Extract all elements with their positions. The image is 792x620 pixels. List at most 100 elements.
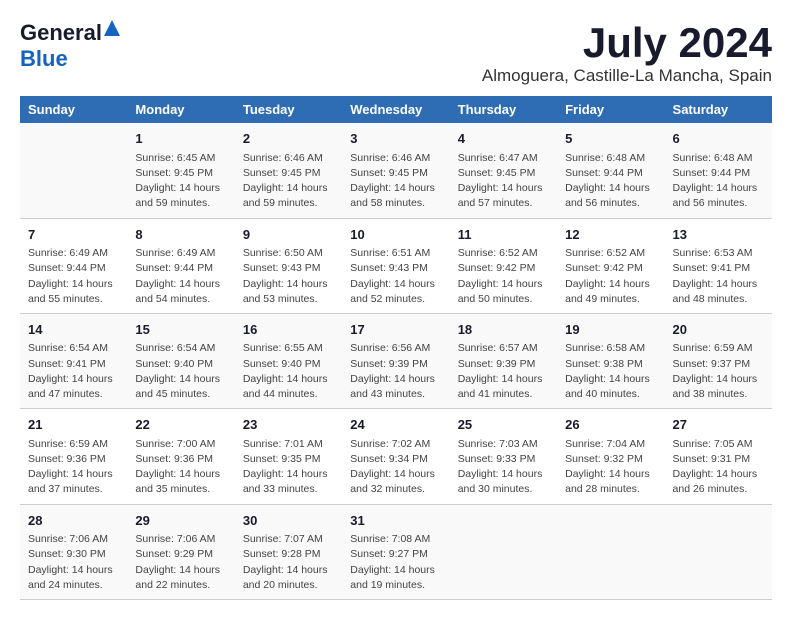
calendar-cell: 15Sunrise: 6:54 AMSunset: 9:40 PMDayligh… (127, 313, 234, 408)
calendar-cell: 22Sunrise: 7:00 AMSunset: 9:36 PMDayligh… (127, 409, 234, 504)
day-number: 19 (565, 320, 656, 340)
day-info: Sunrise: 6:48 AMSunset: 9:44 PMDaylight:… (673, 151, 764, 212)
day-number: 31 (350, 511, 441, 531)
page-header: General Blue July 2024 Almoguera, Castil… (20, 20, 772, 86)
day-info: Sunrise: 7:03 AMSunset: 9:33 PMDaylight:… (458, 437, 549, 498)
calendar-cell: 23Sunrise: 7:01 AMSunset: 9:35 PMDayligh… (235, 409, 342, 504)
calendar-cell: 1Sunrise: 6:45 AMSunset: 9:45 PMDaylight… (127, 123, 234, 218)
day-info: Sunrise: 7:02 AMSunset: 9:34 PMDaylight:… (350, 437, 441, 498)
calendar-week-row: 7 Sunrise: 6:49 AMSunset: 9:44 PMDaylight… (20, 218, 772, 313)
logo: General Blue (20, 20, 120, 72)
calendar-cell: 25Sunrise: 7:03 AMSunset: 9:33 PMDayligh… (450, 409, 557, 504)
calendar-day-header: Thursday (450, 96, 557, 123)
day-info: Sunrise: 6:56 AMSunset: 9:39 PMDaylight:… (350, 341, 441, 402)
day-info: Sunrise: 6:53 AMSunset: 9:41 PMDaylight:… (673, 246, 764, 307)
month-year-title: July 2024 (482, 20, 772, 66)
day-number: 7 (28, 225, 119, 245)
calendar-cell (20, 123, 127, 218)
calendar-cell: 4Sunrise: 6:47 AMSunset: 9:45 PMDaylight… (450, 123, 557, 218)
day-info: Sunrise: 6:52 AMSunset: 9:42 PMDaylight:… (458, 246, 549, 307)
calendar-cell: 2Sunrise: 6:46 AMSunset: 9:45 PMDaylight… (235, 123, 342, 218)
day-number: 4 (458, 129, 549, 149)
location-subtitle: Almoguera, Castille-La Mancha, Spain (482, 66, 772, 86)
day-number: 1 (135, 129, 226, 149)
day-number: 30 (243, 511, 334, 531)
calendar-cell: 30Sunrise: 7:07 AMSunset: 9:28 PMDayligh… (235, 504, 342, 599)
calendar-day-header: Monday (127, 96, 234, 123)
day-info: Sunrise: 6:57 AMSunset: 9:39 PMDaylight:… (458, 341, 549, 402)
day-info: Sunrise: 7:05 AMSunset: 9:31 PMDaylight:… (673, 437, 764, 498)
day-info: Sunrise: 7:01 AMSunset: 9:35 PMDaylight:… (243, 437, 334, 498)
calendar-cell: 28Sunrise: 7:06 AMSunset: 9:30 PMDayligh… (20, 504, 127, 599)
calendar-cell: 13Sunrise: 6:53 AMSunset: 9:41 PMDayligh… (665, 218, 772, 313)
calendar-cell: 26Sunrise: 7:04 AMSunset: 9:32 PMDayligh… (557, 409, 664, 504)
day-number: 21 (28, 415, 119, 435)
day-info: Sunrise: 6:54 AMSunset: 9:41 PMDaylight:… (28, 341, 119, 402)
calendar-table: SundayMondayTuesdayWednesdayThursdayFrid… (20, 96, 772, 600)
day-number: 10 (350, 225, 441, 245)
day-number: 23 (243, 415, 334, 435)
calendar-day-header: Sunday (20, 96, 127, 123)
calendar-cell: 3Sunrise: 6:46 AMSunset: 9:45 PMDaylight… (342, 123, 449, 218)
calendar-cell: 12Sunrise: 6:52 AMSunset: 9:42 PMDayligh… (557, 218, 664, 313)
calendar-cell: 5Sunrise: 6:48 AMSunset: 9:44 PMDaylight… (557, 123, 664, 218)
calendar-cell: 10Sunrise: 6:51 AMSunset: 9:43 PMDayligh… (342, 218, 449, 313)
day-info: Sunrise: 6:49 AMSunset: 9:44 PMDaylight:… (135, 246, 226, 307)
calendar-cell (557, 504, 664, 599)
day-info: Sunrise: 6:45 AMSunset: 9:45 PMDaylight:… (135, 151, 226, 212)
calendar-cell: 20Sunrise: 6:59 AMSunset: 9:37 PMDayligh… (665, 313, 772, 408)
day-info: Sunrise: 6:55 AMSunset: 9:40 PMDaylight:… (243, 341, 334, 402)
day-info: Sunrise: 6:52 AMSunset: 9:42 PMDaylight:… (565, 246, 656, 307)
day-number: 3 (350, 129, 441, 149)
day-info: Sunrise: 6:46 AMSunset: 9:45 PMDaylight:… (243, 151, 334, 212)
day-info: Sunrise: 6:48 AMSunset: 9:44 PMDaylight:… (565, 151, 656, 212)
calendar-week-row: 21Sunrise: 6:59 AMSunset: 9:36 PMDayligh… (20, 409, 772, 504)
calendar-cell (450, 504, 557, 599)
day-info: Sunrise: 6:59 AMSunset: 9:36 PMDaylight:… (28, 437, 119, 498)
day-number: 13 (673, 225, 764, 245)
day-number: 24 (350, 415, 441, 435)
day-info: Sunrise: 7:07 AMSunset: 9:28 PMDaylight:… (243, 532, 334, 593)
calendar-day-header: Saturday (665, 96, 772, 123)
calendar-cell: 27Sunrise: 7:05 AMSunset: 9:31 PMDayligh… (665, 409, 772, 504)
calendar-week-row: 28Sunrise: 7:06 AMSunset: 9:30 PMDayligh… (20, 504, 772, 599)
calendar-cell: 8Sunrise: 6:49 AMSunset: 9:44 PMDaylight… (127, 218, 234, 313)
day-number: 28 (28, 511, 119, 531)
day-number: 12 (565, 225, 656, 245)
calendar-day-header: Tuesday (235, 96, 342, 123)
calendar-week-row: 1Sunrise: 6:45 AMSunset: 9:45 PMDaylight… (20, 123, 772, 218)
day-info: Sunrise: 7:08 AMSunset: 9:27 PMDaylight:… (350, 532, 441, 593)
day-number: 27 (673, 415, 764, 435)
calendar-header-row: SundayMondayTuesdayWednesdayThursdayFrid… (20, 96, 772, 123)
day-number: 8 (135, 225, 226, 245)
calendar-cell: 19Sunrise: 6:58 AMSunset: 9:38 PMDayligh… (557, 313, 664, 408)
logo-general: General (20, 20, 102, 46)
day-info: Sunrise: 7:04 AMSunset: 9:32 PMDaylight:… (565, 437, 656, 498)
day-info: Sunrise: 7:06 AMSunset: 9:29 PMDaylight:… (135, 532, 226, 593)
calendar-cell: 29Sunrise: 7:06 AMSunset: 9:29 PMDayligh… (127, 504, 234, 599)
day-number: 16 (243, 320, 334, 340)
day-number: 29 (135, 511, 226, 531)
calendar-cell: 17Sunrise: 6:56 AMSunset: 9:39 PMDayligh… (342, 313, 449, 408)
calendar-week-row: 14Sunrise: 6:54 AMSunset: 9:41 PMDayligh… (20, 313, 772, 408)
calendar-cell: 18Sunrise: 6:57 AMSunset: 9:39 PMDayligh… (450, 313, 557, 408)
day-number: 14 (28, 320, 119, 340)
day-number: 15 (135, 320, 226, 340)
day-number: 11 (458, 225, 549, 245)
calendar-day-header: Wednesday (342, 96, 449, 123)
day-number: 26 (565, 415, 656, 435)
calendar-cell: 9Sunrise: 6:50 AMSunset: 9:43 PMDaylight… (235, 218, 342, 313)
day-number: 20 (673, 320, 764, 340)
calendar-cell: 21Sunrise: 6:59 AMSunset: 9:36 PMDayligh… (20, 409, 127, 504)
calendar-cell: 16Sunrise: 6:55 AMSunset: 9:40 PMDayligh… (235, 313, 342, 408)
day-info: Sunrise: 6:46 AMSunset: 9:45 PMDaylight:… (350, 151, 441, 212)
day-info: Sunrise: 6:50 AMSunset: 9:43 PMDaylight:… (243, 246, 334, 307)
calendar-cell: 24Sunrise: 7:02 AMSunset: 9:34 PMDayligh… (342, 409, 449, 504)
day-info: Sunrise: 7:00 AMSunset: 9:36 PMDaylight:… (135, 437, 226, 498)
calendar-cell (665, 504, 772, 599)
day-info: Sunrise: 6:54 AMSunset: 9:40 PMDaylight:… (135, 341, 226, 402)
day-info: Sunrise: 6:59 AMSunset: 9:37 PMDaylight:… (673, 341, 764, 402)
day-number: 18 (458, 320, 549, 340)
day-number: 25 (458, 415, 549, 435)
day-info: Sunrise: 7:06 AMSunset: 9:30 PMDaylight:… (28, 532, 119, 593)
